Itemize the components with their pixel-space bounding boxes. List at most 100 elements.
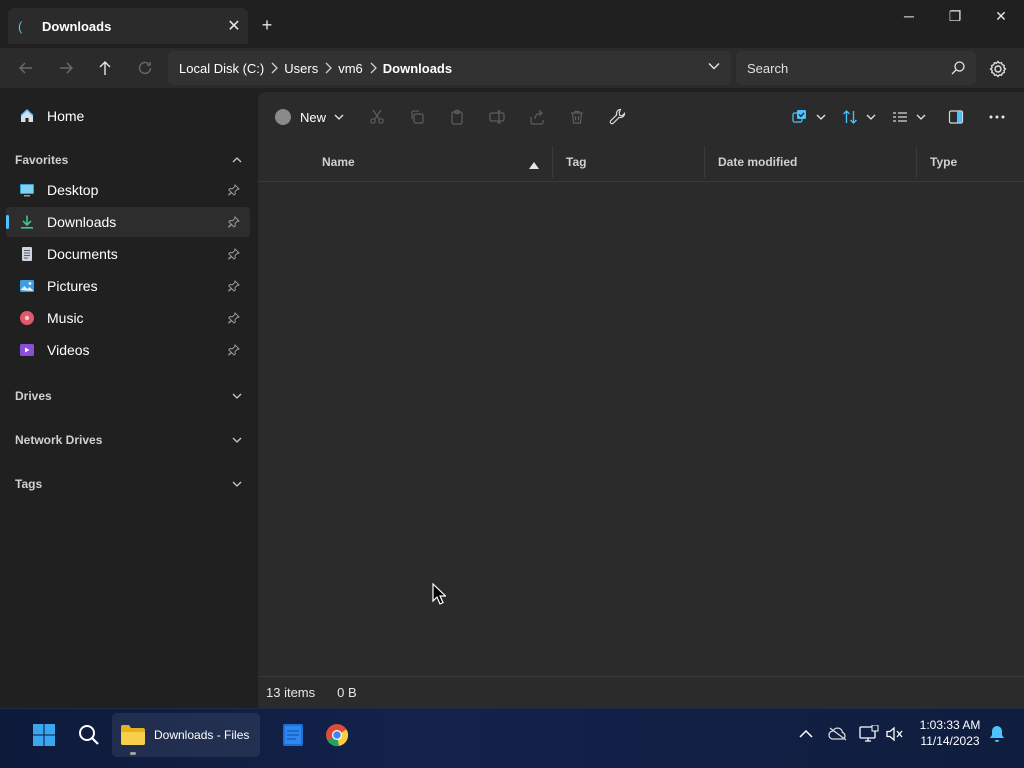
- column-divider[interactable]: [552, 146, 553, 178]
- copy-button[interactable]: [409, 106, 425, 128]
- layout-button[interactable]: [892, 106, 926, 128]
- section-title: Drives: [15, 389, 52, 403]
- delete-button[interactable]: [569, 106, 585, 128]
- pin-icon[interactable]: [228, 184, 242, 196]
- forward-button[interactable]: [53, 56, 79, 80]
- show-hidden-icons-button[interactable]: [795, 723, 817, 745]
- sidebar-item-label: Downloads: [47, 214, 117, 230]
- taskbar: Downloads - Files 1:03:33 AM 11/14/2023: [0, 708, 1024, 768]
- sidebar-item-videos[interactable]: Videos: [6, 335, 250, 365]
- column-headers: Name Tag Date modified Type: [258, 142, 1024, 182]
- more-options-button[interactable]: [988, 106, 1006, 128]
- tab-title: Downloads: [42, 18, 112, 34]
- preview-pane-icon: [948, 110, 964, 124]
- settings-button[interactable]: [986, 57, 1010, 81]
- pin-icon[interactable]: [228, 344, 242, 356]
- close-window-button[interactable]: ✕: [978, 4, 1024, 28]
- bell-icon: [990, 726, 1004, 742]
- chevron-right-icon[interactable]: [324, 62, 333, 74]
- column-header-name[interactable]: Name: [322, 142, 355, 182]
- rename-button[interactable]: [489, 106, 505, 128]
- breadcrumb-item[interactable]: Local Disk (C:): [179, 61, 264, 76]
- system-clock[interactable]: 1:03:33 AM 11/14/2023: [912, 717, 988, 749]
- loading-icon: (: [18, 18, 23, 34]
- item-count: 13 items: [266, 685, 316, 700]
- new-button[interactable]: New: [275, 106, 344, 128]
- new-tab-button[interactable]: +: [256, 14, 278, 36]
- pin-icon[interactable]: [228, 280, 242, 292]
- chevron-down-icon[interactable]: [232, 479, 242, 489]
- column-divider[interactable]: [704, 146, 705, 178]
- section-title: Network Drives: [15, 433, 103, 447]
- status-bar: 13 items 0 B: [258, 676, 1024, 708]
- sidebar-item-downloads[interactable]: Downloads: [6, 207, 250, 237]
- volume-status[interactable]: [884, 723, 906, 745]
- share-button[interactable]: [529, 106, 545, 128]
- network-status[interactable]: [858, 723, 880, 745]
- selection-options-button[interactable]: [792, 106, 826, 128]
- notifications-button[interactable]: [986, 723, 1008, 745]
- back-button[interactable]: [13, 56, 39, 80]
- up-button[interactable]: [92, 56, 118, 80]
- maximize-button[interactable]: ❐: [932, 4, 978, 28]
- section-tags[interactable]: Tags: [0, 472, 258, 496]
- preview-pane-button[interactable]: [948, 106, 964, 128]
- taskbar-chrome-app[interactable]: [323, 721, 351, 749]
- sidebar-item-desktop[interactable]: Desktop: [6, 175, 250, 205]
- taskbar-notepad-app[interactable]: [279, 721, 307, 749]
- chevron-right-icon[interactable]: [270, 62, 279, 74]
- properties-button[interactable]: [609, 106, 627, 128]
- tab-downloads[interactable]: ( Downloads ✕: [8, 8, 248, 44]
- pin-icon[interactable]: [228, 312, 242, 324]
- sort-button[interactable]: [842, 106, 876, 128]
- search-taskbar-button[interactable]: [75, 721, 103, 749]
- select-all-icon: [792, 110, 806, 123]
- minimize-button[interactable]: ─: [886, 4, 932, 28]
- paste-button[interactable]: [449, 106, 465, 128]
- details-view-icon: [893, 112, 907, 122]
- breadcrumb-item-current[interactable]: Downloads: [383, 61, 452, 76]
- start-button[interactable]: [30, 721, 58, 749]
- chevron-down-icon[interactable]: [232, 391, 242, 401]
- pin-icon[interactable]: [228, 248, 242, 260]
- chevron-down-icon: [916, 114, 926, 120]
- taskbar-files-app[interactable]: Downloads - Files: [112, 713, 260, 757]
- sidebar-item-documents[interactable]: Documents: [6, 239, 250, 269]
- column-header-tag[interactable]: Tag: [566, 142, 586, 182]
- search-box[interactable]: [736, 51, 976, 85]
- chevron-down-icon[interactable]: [232, 435, 242, 445]
- section-favorites[interactable]: Favorites: [0, 148, 258, 172]
- sidebar-item-label: Home: [47, 108, 85, 124]
- title-bar: ( Downloads ✕ + ─ ❐ ✕: [0, 0, 1024, 48]
- search-input[interactable]: [736, 51, 936, 85]
- section-network-drives[interactable]: Network Drives: [0, 428, 258, 452]
- new-item-icon: [275, 109, 291, 125]
- column-header-type[interactable]: Type: [930, 142, 957, 182]
- pin-icon[interactable]: [228, 216, 242, 228]
- section-drives[interactable]: Drives: [0, 384, 258, 408]
- active-indicator: [130, 752, 136, 755]
- folder-icon: [120, 724, 146, 746]
- chevron-right-icon[interactable]: [369, 62, 377, 74]
- tab-close-button[interactable]: ✕: [220, 16, 248, 36]
- chrome-icon: [326, 724, 349, 747]
- onedrive-status[interactable]: [827, 723, 849, 745]
- sidebar: Home Favorites Desktop Downloads Documen…: [0, 88, 258, 708]
- sidebar-item-music[interactable]: Music: [6, 303, 250, 333]
- cut-button[interactable]: [369, 106, 385, 128]
- column-header-date-modified[interactable]: Date modified: [718, 142, 797, 182]
- sidebar-item-pictures[interactable]: Pictures: [6, 271, 250, 301]
- navigation-bar: Local Disk (C:) Users vm6 Downloads: [0, 48, 1024, 88]
- wrench-icon: [609, 108, 626, 125]
- search-icon[interactable]: [950, 60, 966, 79]
- chevron-up-icon[interactable]: [232, 155, 242, 165]
- breadcrumb-item[interactable]: Users: [284, 61, 318, 76]
- column-divider[interactable]: [916, 146, 917, 178]
- sidebar-item-home[interactable]: Home: [6, 101, 250, 131]
- breadcrumb[interactable]: Local Disk (C:) Users vm6 Downloads: [168, 51, 731, 85]
- chevron-down-icon[interactable]: [707, 59, 721, 76]
- file-list[interactable]: [258, 183, 1024, 673]
- clock-time: 1:03:33 AM: [919, 718, 981, 732]
- breadcrumb-item[interactable]: vm6: [338, 61, 363, 76]
- refresh-button[interactable]: [132, 56, 158, 80]
